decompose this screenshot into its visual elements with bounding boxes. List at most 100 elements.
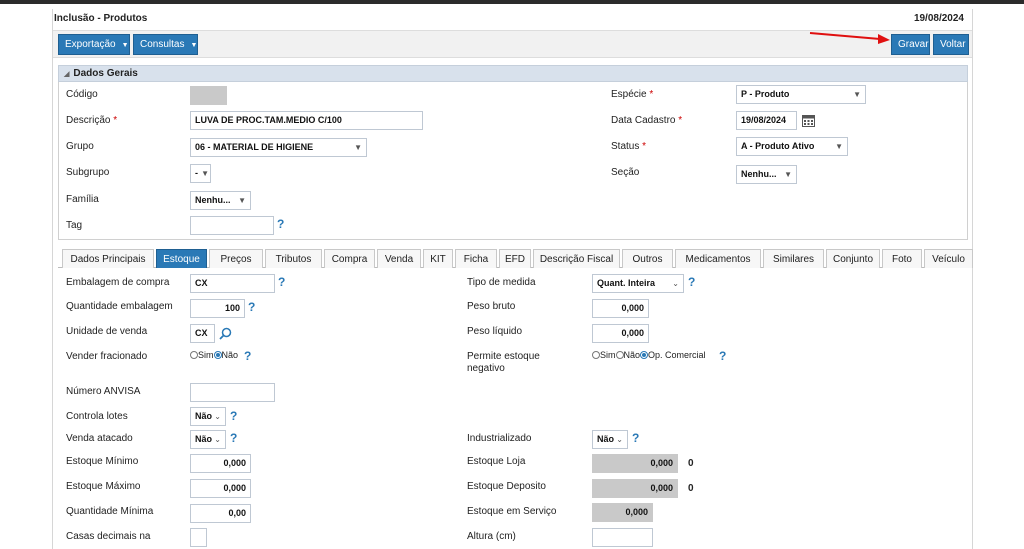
descricao-field[interactable]: LUVA DE PROC.TAM.MEDIO C/100 <box>190 111 423 130</box>
tab-conjunto[interactable]: Conjunto <box>826 249 880 268</box>
estoque-minimo-label: Estoque Mínimo <box>66 456 139 467</box>
tab-tributos[interactable]: Tributos <box>265 249 322 268</box>
subgrupo-value: - <box>195 168 198 178</box>
quantidade-embalagem-field[interactable]: 100 <box>190 299 245 318</box>
unidade-venda-field[interactable]: CX <box>190 324 215 343</box>
permite-estoque-label: Permite estoque negativo <box>467 351 540 374</box>
radio-op-comercial[interactable] <box>640 351 649 359</box>
especie-label: Espécie * <box>611 89 654 100</box>
descricao-label: Descrição * <box>66 115 118 126</box>
venda-atacado-select[interactable]: Não ⌄ <box>190 430 226 449</box>
casas-decimais-label: Casas decimais na <box>66 531 151 542</box>
unidade-venda-label: Unidade de venda <box>66 326 148 337</box>
peso-liquido-label: Peso líquido <box>467 326 523 337</box>
help-icon[interactable]: ? <box>277 218 284 230</box>
tag-field[interactable] <box>190 216 274 235</box>
industrializado-select[interactable]: Não ⌄ <box>592 430 628 449</box>
quantidade-minima-field[interactable]: 0,00 <box>190 504 251 523</box>
numero-anvisa-label: Número ANVISA <box>66 386 141 397</box>
tab-venda[interactable]: Venda <box>377 249 421 268</box>
help-icon[interactable]: ? <box>244 350 251 362</box>
estoque-loja-field: 0,000 <box>592 454 678 473</box>
chevron-down-icon: ▼ <box>853 90 861 99</box>
browser-top-bar <box>0 0 1024 4</box>
back-button[interactable]: Voltar <box>933 34 969 55</box>
codigo-label: Código <box>66 89 98 100</box>
altura-field[interactable] <box>592 528 653 547</box>
tab-outros[interactable]: Outros <box>622 249 673 268</box>
section-header[interactable]: ◢ Dados Gerais <box>58 65 968 82</box>
embalagem-compra-field[interactable]: CX <box>190 274 275 293</box>
secao-select[interactable]: Nenhu... ▼ <box>736 165 797 184</box>
help-icon[interactable]: ? <box>688 276 695 288</box>
especie-select[interactable]: P - Produto ▼ <box>736 85 866 104</box>
tab-medicamentos[interactable]: Medicamentos <box>675 249 761 268</box>
chevron-down-icon: ▼ <box>238 196 246 205</box>
tipo-medida-select[interactable]: Quant. Inteira ⌄ <box>592 274 684 293</box>
query-button[interactable]: Consultas ▼ <box>133 34 198 55</box>
grupo-select[interactable]: 06 - MATERIAL DE HIGIENE ▼ <box>190 138 367 157</box>
estoque-servico-field: 0,000 <box>592 503 653 522</box>
familia-value: Nenhu... <box>195 195 231 205</box>
quantidade-embalagem-label: Quantidade embalagem <box>66 301 173 312</box>
estoque-deposito-label: Estoque Deposito <box>467 481 546 492</box>
tab-foto[interactable]: Foto <box>882 249 922 268</box>
numero-anvisa-field[interactable] <box>190 383 275 402</box>
help-icon[interactable]: ? <box>632 432 639 444</box>
help-icon[interactable]: ? <box>230 432 237 444</box>
tab-descricao-fiscal[interactable]: Descrição Fiscal <box>533 249 620 268</box>
export-button[interactable]: Exportação ▼ <box>58 34 130 55</box>
tab-kit[interactable]: KIT <box>423 249 453 268</box>
chevron-down-icon: ⌄ <box>616 435 623 444</box>
familia-select[interactable]: Nenhu... ▼ <box>190 191 251 210</box>
industrializado-value: Não <box>597 434 615 444</box>
help-icon[interactable]: ? <box>278 276 285 288</box>
codigo-field[interactable] <box>190 86 227 105</box>
estoque-minimo-field[interactable]: 0,000 <box>190 454 251 473</box>
radio-nao[interactable] <box>213 351 222 359</box>
controla-lotes-value: Não <box>195 411 213 421</box>
tab-ficha[interactable]: Ficha <box>455 249 497 268</box>
subgrupo-select[interactable]: - ▼ <box>190 164 211 183</box>
data-cadastro-label: Data Cadastro * <box>611 115 683 126</box>
save-button[interactable]: Gravar <box>891 34 930 55</box>
industrializado-label: Industrializado <box>467 433 532 444</box>
casas-decimais-field[interactable] <box>190 528 207 547</box>
radio-nao-label: Não <box>623 350 641 360</box>
secao-label: Seção <box>611 167 640 178</box>
chevron-down-icon: ▼ <box>784 170 792 179</box>
peso-liquido-field[interactable]: 0,000 <box>592 324 649 343</box>
tab-dados-principais[interactable]: Dados Principais <box>62 249 154 268</box>
page-title: Inclusão - Produtos <box>54 13 148 24</box>
calendar-icon[interactable] <box>802 114 815 127</box>
controla-lotes-select[interactable]: Não ⌄ <box>190 407 226 426</box>
section-title: Dados Gerais <box>73 68 138 79</box>
estoque-servico-label: Estoque em Serviço <box>467 506 557 517</box>
radio-nao[interactable] <box>615 351 624 359</box>
chevron-down-icon: ▼ <box>201 169 209 178</box>
estoque-deposito-field: 0,000 <box>592 479 678 498</box>
tab-similares[interactable]: Similares <box>763 249 824 268</box>
help-icon[interactable]: ? <box>248 301 255 313</box>
help-icon[interactable]: ? <box>719 350 726 362</box>
radio-sim[interactable] <box>190 351 198 359</box>
tab-precos[interactable]: Preços <box>209 249 263 268</box>
peso-bruto-field[interactable]: 0,000 <box>592 299 649 318</box>
search-icon[interactable] <box>219 327 232 340</box>
tag-label: Tag <box>66 220 83 231</box>
red-arrow-annotation <box>809 32 890 44</box>
radio-sim-label: Sim <box>198 350 214 360</box>
estoque-loja-extra: 0 <box>688 458 694 469</box>
help-icon[interactable]: ? <box>230 410 237 422</box>
tab-efd[interactable]: EFD <box>499 249 531 268</box>
estoque-loja-label: Estoque Loja <box>467 456 526 467</box>
page-header: Inclusão - Produtos 19/08/2024 <box>54 13 970 27</box>
data-cadastro-field[interactable]: 19/08/2024 <box>736 111 797 130</box>
radio-sim[interactable] <box>592 351 600 359</box>
subgrupo-label: Subgrupo <box>66 167 110 178</box>
estoque-maximo-field[interactable]: 0,000 <box>190 479 251 498</box>
status-select[interactable]: A - Produto Ativo ▼ <box>736 137 848 156</box>
tab-compra[interactable]: Compra <box>324 249 375 268</box>
tab-estoque[interactable]: Estoque <box>156 249 207 268</box>
tab-veiculo[interactable]: Veículo <box>924 249 973 268</box>
